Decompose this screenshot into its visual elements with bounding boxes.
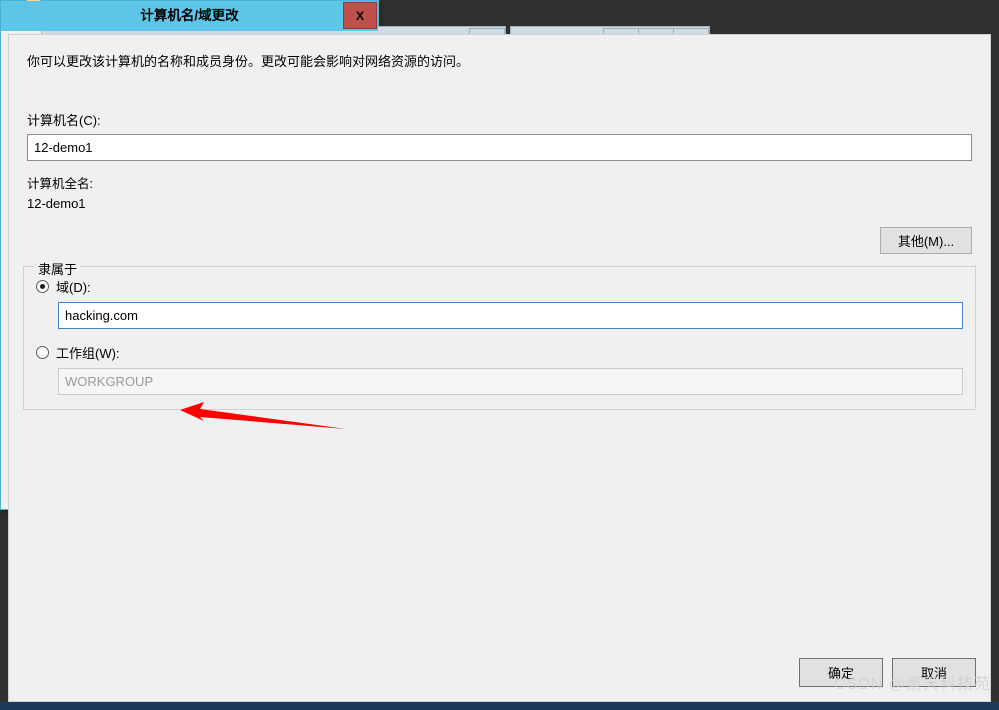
computer-name-value: 12-demo1	[34, 140, 93, 155]
full-computer-name-value: 12-demo1	[27, 196, 86, 211]
computer-name-input[interactable]: 12-demo1	[27, 134, 972, 161]
dialog-intro-text: 你可以更改该计算机的名称和成员身份。更改可能会影响对网络资源的访问。	[27, 54, 470, 69]
desktop: Adm 这 回 In Ex X eaa5%12 ^ 系统	[0, 0, 999, 710]
domain-value: hacking.com	[65, 308, 138, 323]
workgroup-radio-row[interactable]: 工作组(W):	[36, 343, 963, 362]
member-of-caption: 隶属于	[34, 259, 82, 278]
more-button[interactable]: 其他(M)...	[880, 227, 972, 254]
dialog-title-bar[interactable]: 计算机名/域更改 X	[1, 1, 378, 31]
dialog-body: 你可以更改该计算机的名称和成员身份。更改可能会影响对网络资源的访问。 计算机名(…	[8, 34, 991, 702]
workgroup-radio[interactable]	[36, 346, 49, 359]
computer-name-label: 计算机名(C):	[27, 113, 101, 128]
domain-radio[interactable]	[36, 280, 49, 293]
member-of-group: 隶属于 域(D): hacking.com 工作组(W): WORKGROUP	[23, 259, 976, 410]
workgroup-radio-label: 工作组(W):	[56, 346, 120, 361]
full-computer-name-label: 计算机全名:	[27, 177, 93, 191]
taskbar[interactable]	[0, 702, 999, 710]
domain-input[interactable]: hacking.com	[58, 302, 963, 329]
domain-radio-row[interactable]: 域(D):	[36, 277, 963, 296]
close-button[interactable]: X	[343, 2, 377, 29]
watermark: CSDN @景天科技苑	[833, 676, 991, 693]
dialog-title: 计算机名/域更改	[140, 8, 239, 23]
workgroup-value: WORKGROUP	[65, 374, 154, 389]
workgroup-input: WORKGROUP	[58, 368, 963, 395]
domain-radio-label: 域(D):	[56, 280, 91, 295]
computer-name-domain-changes-dialog[interactable]: 计算机名/域更改 X 你可以更改该计算机的名称和成员身份。更改可能会影响对网络资…	[0, 0, 991, 702]
